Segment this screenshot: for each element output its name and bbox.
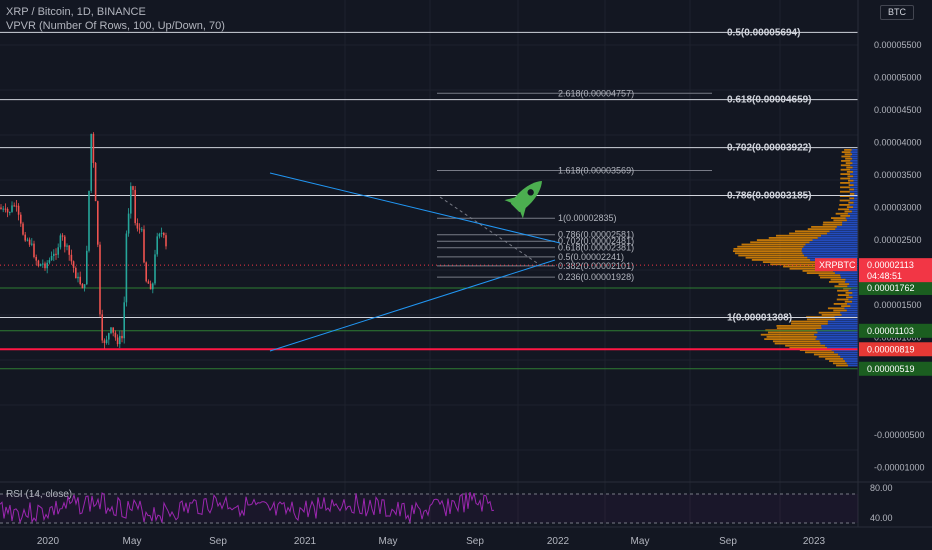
price-tick-label: 0.00004500	[874, 105, 922, 115]
vpvr-histogram	[732, 149, 858, 367]
grid	[0, 0, 858, 527]
rsi-tick-label: 80.00	[870, 483, 893, 493]
price-badge-label: 0.00000519	[867, 364, 915, 374]
price-tick-label: -0.00001000	[874, 463, 925, 473]
countdown-label: 04:48:51	[867, 271, 902, 281]
fib-retracement-label: 1(0.00002835)	[558, 213, 617, 223]
fib-extension-label: 2.618(0.00004757)	[558, 88, 634, 98]
rsi-indicator-label[interactable]: RSI (14, close)	[6, 489, 72, 500]
uptrend-line	[269, 259, 556, 352]
price-badge-label: 0.00001103	[867, 326, 914, 336]
time-tick-label: May	[123, 536, 142, 547]
price-tick-label: 0.00005500	[874, 40, 922, 50]
key-level-label: 0.618(0.00004659)	[727, 95, 812, 106]
price-tick-label: 0.00005000	[874, 73, 922, 83]
time-tick-label: 2023	[803, 536, 826, 547]
candles	[0, 132, 167, 349]
vpvr-indicator-label[interactable]: VPVR (Number Of Rows, 100, Up/Down, 70)	[6, 20, 225, 32]
price-badge-label: 0.00000819	[867, 344, 915, 354]
key-level-label: 0.786(0.00003185)	[727, 190, 812, 201]
price-tick-label: 0.00002500	[874, 235, 922, 245]
time-tick-label: May	[631, 536, 650, 547]
price-chart[interactable]: 0.5(0.00005694) 0.618(0.00004659) 0.702(0.…	[0, 0, 932, 550]
time-tick-label: May	[379, 536, 398, 547]
time-tick-label: Sep	[466, 536, 484, 547]
time-tick-label: 2022	[547, 536, 570, 547]
fib-retracement-label: 0.382(0.00002101)	[558, 261, 634, 271]
price-tick-label: 0.00003500	[874, 170, 922, 180]
key-level-label: 1(0.00001308)	[727, 312, 792, 323]
rsi-pane: 80.00 40.00	[0, 481, 932, 524]
price-badge-label: 0.00001762	[867, 283, 915, 293]
price-tick-label: 0.00001500	[874, 300, 922, 310]
fib-extension-label: 1.618(0.00003569)	[558, 166, 634, 176]
key-level-label: 0.702(0.00003922)	[727, 143, 812, 154]
time-tick-label: 2020	[37, 536, 60, 547]
time-tick-label: Sep	[209, 536, 227, 547]
price-tick-label: -0.00000500	[874, 430, 925, 440]
time-tick-label: Sep	[719, 536, 737, 547]
chart-title: XRP / Bitcoin, 1D, BINANCE	[6, 6, 146, 18]
price-tick-label: 0.00004000	[874, 138, 922, 148]
last-price-label: 0.00002113	[867, 260, 914, 270]
rsi-tick-label: 40.00	[870, 513, 893, 523]
key-level-label: 0.5(0.00005694)	[727, 27, 800, 38]
time-axis: 2020 May Sep 2021 May Sep 2022 May Sep 2023	[0, 526, 932, 547]
symbol-badge-label: XRPBTC	[819, 260, 856, 270]
time-tick-label: 2021	[294, 536, 317, 547]
fib-retracement-label: 0.236(0.00001928)	[558, 272, 634, 282]
price-tick-label: 0.00003000	[874, 203, 922, 213]
axis-unit-button[interactable]: BTC	[880, 5, 914, 20]
